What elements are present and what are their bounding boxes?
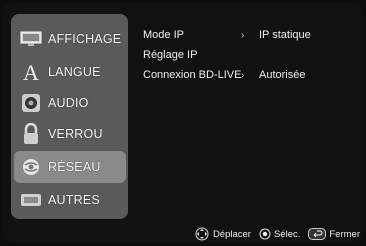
network-icon xyxy=(14,157,48,177)
menu-item-label: AUDIO xyxy=(48,96,89,110)
menu-item-reseau[interactable]: RÉSEAU xyxy=(14,151,126,183)
lock-icon xyxy=(14,123,48,145)
enter-button-icon xyxy=(259,228,271,240)
menu-item-affichage[interactable]: AFFICHAGE xyxy=(14,24,126,54)
menu-item-verrou[interactable]: VERROU xyxy=(14,119,126,149)
move-label: Déplacer xyxy=(212,228,251,240)
option-value: IP statique xyxy=(259,29,311,41)
button-hints: Déplacer Sélec. Fermer xyxy=(186,226,360,242)
close-label: Fermer xyxy=(329,228,360,240)
move-hint: Déplacer xyxy=(194,227,251,241)
display-icon xyxy=(14,31,48,47)
option-label: Mode IP xyxy=(143,29,184,41)
svg-text:A: A xyxy=(23,61,39,83)
menu-item-label: VERROU xyxy=(48,127,103,141)
close-hint: Fermer xyxy=(308,228,360,240)
option-label: Connexion BD-LIVE xyxy=(143,69,242,81)
menu-item-langue[interactable]: A LANGUE xyxy=(14,57,126,87)
chevron-right-icon: › xyxy=(241,29,245,41)
option-label: Réglage IP xyxy=(143,49,198,61)
dpad-icon xyxy=(195,227,209,241)
return-button-icon xyxy=(308,228,327,240)
language-icon: A xyxy=(14,61,48,83)
menu-item-autres[interactable]: AUTRES xyxy=(14,185,126,215)
menu-item-label: LANGUE xyxy=(48,65,101,79)
menu-item-label: AFFICHAGE xyxy=(48,32,122,46)
select-label: Sélec. xyxy=(273,228,301,240)
select-hint: Sélec. xyxy=(259,228,300,240)
chevron-right-icon: › xyxy=(241,69,245,81)
menu-item-label: RÉSEAU xyxy=(48,160,101,174)
menu-item-label: AUTRES xyxy=(48,193,100,207)
menu-item-audio[interactable]: AUDIO xyxy=(14,88,126,118)
others-icon xyxy=(14,193,48,207)
audio-icon xyxy=(14,93,48,113)
option-value: Autorisée xyxy=(259,69,306,81)
